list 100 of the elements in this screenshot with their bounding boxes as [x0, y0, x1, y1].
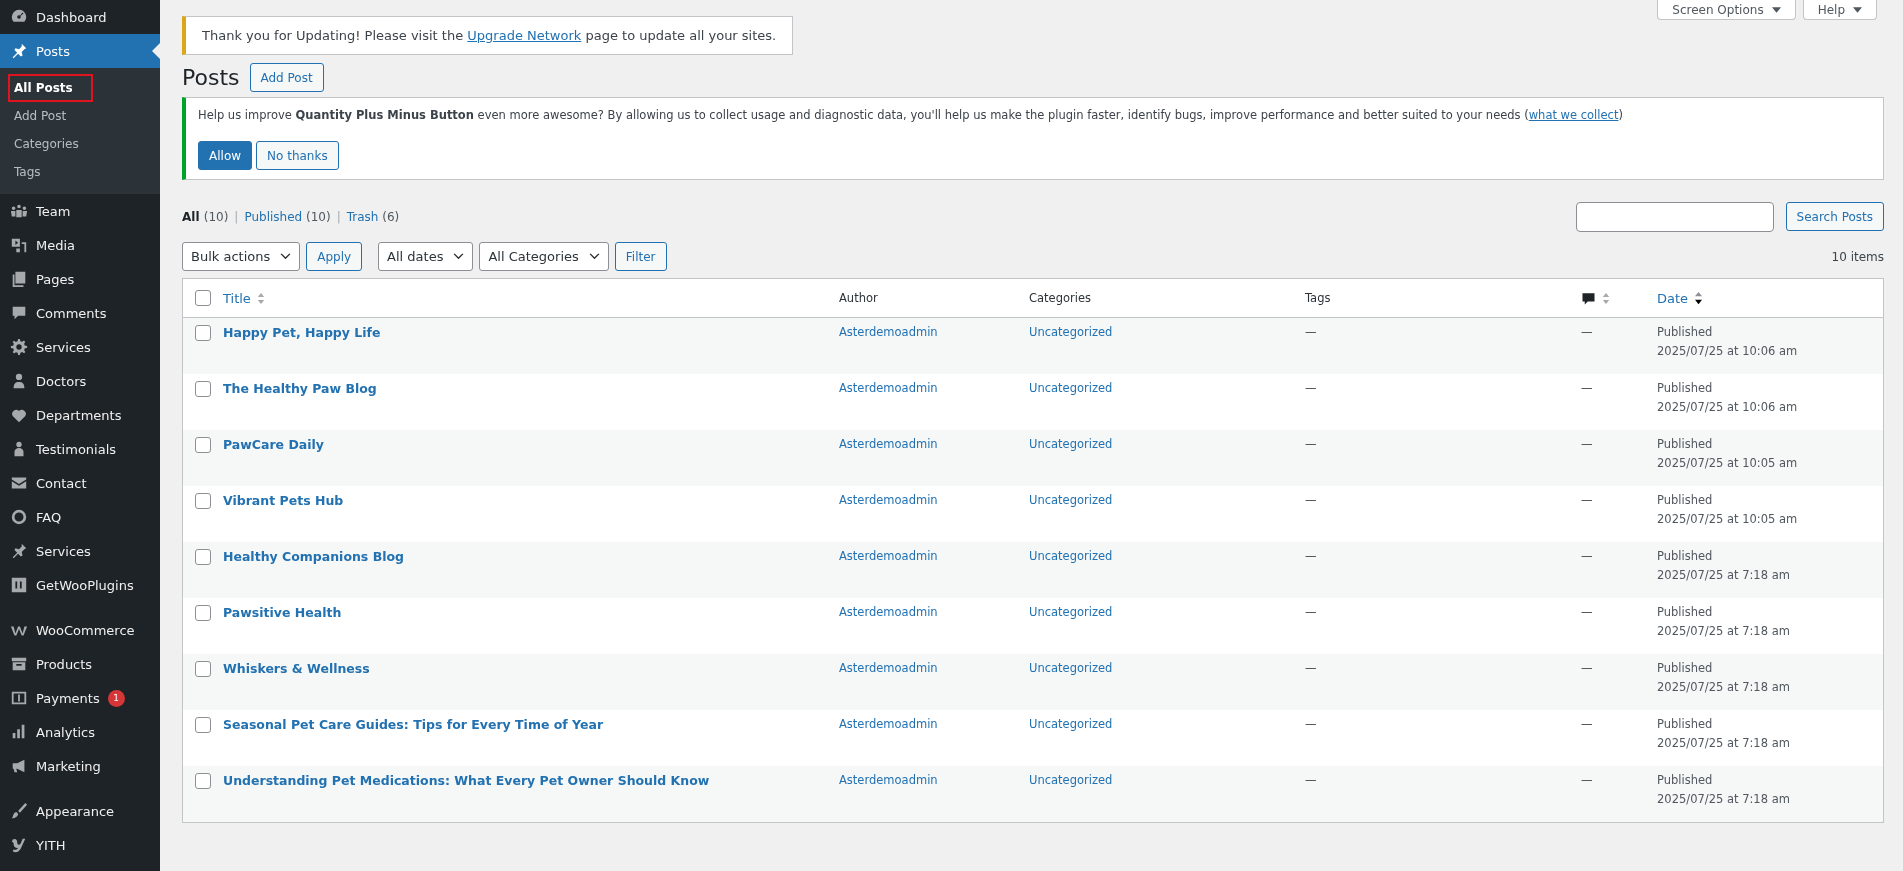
category-link[interactable]: Uncategorized [1029, 493, 1113, 507]
sidebar-item[interactable]: Media [0, 228, 160, 262]
category-link[interactable]: Uncategorized [1029, 381, 1113, 395]
dates-select[interactable]: All dates [378, 242, 474, 271]
sidebar-item[interactable]: WooCommerce [0, 613, 160, 647]
table-cell: — [1581, 549, 1593, 563]
upgrade-link[interactable]: Upgrade Network [467, 28, 582, 43]
category-link[interactable]: Uncategorized [1029, 661, 1113, 675]
sidebar-item[interactable]: Appearance [0, 794, 160, 828]
author-link[interactable]: Asterdemoadmin [839, 381, 938, 395]
submenu-item[interactable]: All Posts [8, 74, 93, 102]
sidebar-item[interactable]: Products [0, 647, 160, 681]
pin-icon [10, 42, 28, 60]
sidebar-item[interactable]: FAQ [0, 500, 160, 534]
author-link[interactable]: Asterdemoadmin [839, 661, 938, 675]
category-link[interactable]: Uncategorized [1029, 325, 1113, 339]
row-checkbox[interactable] [195, 325, 211, 341]
sidebar-item[interactable]: Comments [0, 296, 160, 330]
category-link[interactable]: Uncategorized [1029, 605, 1113, 619]
bulk-actions-select[interactable]: Bulk actions [182, 242, 301, 271]
add-post-button[interactable]: Add Post [249, 63, 324, 92]
category-link[interactable]: Uncategorized [1029, 717, 1113, 731]
author-link[interactable]: Asterdemoadmin [839, 773, 938, 787]
collect-link[interactable]: what we collect [1528, 108, 1619, 122]
status-filter-link[interactable]: Trash (6) [346, 210, 400, 224]
sidebar-item[interactable]: Marketing [0, 749, 160, 783]
status-filter-link[interactable]: Published (10) [244, 210, 331, 224]
post-status: Published [1657, 717, 1713, 731]
post-title-link[interactable]: Seasonal Pet Care Guides: Tips for Every Time of Year [223, 717, 604, 732]
sidebar-item[interactable]: Payments 1 [0, 681, 160, 715]
row-checkbox[interactable] [195, 717, 211, 733]
table-cell: — [1581, 717, 1593, 731]
author-link[interactable]: Asterdemoadmin [839, 549, 938, 563]
post-status: Published [1657, 605, 1713, 619]
pages-icon [10, 270, 28, 288]
row-checkbox[interactable] [195, 773, 211, 789]
allow-button[interactable]: Allow [198, 141, 253, 170]
sidebar-item[interactable]: Posts [0, 34, 160, 68]
categories-select[interactable]: All Categories [479, 242, 609, 271]
sortable-column-link[interactable]: Date [1657, 290, 1689, 306]
post-date: 2025/07/25 at 10:05 am [1657, 456, 1798, 470]
table-cell: — [1305, 493, 1317, 507]
author-link[interactable]: Asterdemoadmin [839, 605, 938, 619]
separator: | [336, 210, 341, 224]
search-button[interactable]: Search Posts [1785, 202, 1884, 231]
sidebar-item[interactable]: Dashboard [0, 0, 160, 34]
sidebar-item[interactable]: Services [0, 330, 160, 364]
author-link[interactable]: Asterdemoadmin [839, 325, 938, 339]
row-checkbox[interactable] [195, 549, 211, 565]
post-title-link[interactable]: Vibrant Pets Hub [223, 493, 344, 508]
row-checkbox[interactable] [195, 493, 211, 509]
page-title: Posts [182, 65, 240, 90]
submenu-item[interactable]: Add Post [8, 102, 73, 130]
sidebar-item[interactable]: Pages [0, 262, 160, 296]
submenu-item[interactable]: Categories [8, 130, 85, 158]
post-title-link[interactable]: Pawsitive Health [223, 605, 342, 620]
submenu-item[interactable]: Tags [8, 158, 47, 186]
category-link[interactable]: Uncategorized [1029, 773, 1113, 787]
post-title-link[interactable]: Understanding Pet Medications: What Every Pet Owner Should Know [223, 773, 710, 788]
post-date: 2025/07/25 at 7:18 am [1657, 568, 1790, 582]
speech-bubble-icon[interactable] [1581, 290, 1596, 306]
sidebar-item[interactable]: Testimonials [0, 432, 160, 466]
row-checkbox[interactable] [195, 381, 211, 397]
post-title-link[interactable]: Whiskers & Wellness [223, 661, 370, 676]
dropdown-tab[interactable]: Screen Options [1657, 0, 1796, 20]
sidebar-item[interactable]: GetWooPlugins [0, 568, 160, 602]
sidebar-item[interactable]: Doctors [0, 364, 160, 398]
filter-button[interactable]: Filter [614, 242, 667, 271]
sidebar-item[interactable]: Departments [0, 398, 160, 432]
sort-icon[interactable] [1694, 291, 1704, 305]
search-field[interactable] [1575, 202, 1774, 232]
table-cell: — [1581, 437, 1593, 451]
status-filter-link[interactable]: All (10) [182, 210, 229, 224]
author-link[interactable]: Asterdemoadmin [839, 493, 938, 507]
sidebar-item[interactable]: Contact [0, 466, 160, 500]
post-date: 2025/07/25 at 7:18 am [1657, 624, 1790, 638]
category-link[interactable]: Uncategorized [1029, 549, 1113, 563]
sidebar-item[interactable]: Analytics [0, 715, 160, 749]
decline-button[interactable]: No thanks [256, 141, 339, 170]
row-checkbox[interactable] [195, 661, 211, 677]
post-title-link[interactable]: PawCare Daily [223, 437, 324, 452]
sidebar-item[interactable]: Services [0, 534, 160, 568]
ring-icon [10, 508, 28, 526]
row-checkbox[interactable] [195, 437, 211, 453]
post-title-link[interactable]: Healthy Companions Blog [223, 549, 404, 564]
sidebar-item[interactable]: YITH [0, 828, 160, 862]
table-cell: — [1305, 381, 1317, 395]
post-title-link[interactable]: Happy Pet, Happy Life [223, 325, 381, 340]
post-title-link[interactable]: The Healthy Paw Blog [223, 381, 377, 396]
sidebar-item[interactable]: Team [0, 194, 160, 228]
apply-button[interactable]: Apply [306, 242, 363, 271]
post-date: 2025/07/25 at 7:18 am [1657, 792, 1790, 806]
author-link[interactable]: Asterdemoadmin [839, 437, 938, 451]
category-link[interactable]: Uncategorized [1029, 437, 1113, 451]
dropdown-tab[interactable]: Help [1802, 0, 1877, 20]
post-date: 2025/07/25 at 10:06 am [1657, 400, 1798, 414]
sortable-column-link[interactable]: Title [223, 290, 251, 306]
row-checkbox[interactable] [195, 605, 211, 621]
select-all-checkbox[interactable] [195, 290, 211, 306]
author-link[interactable]: Asterdemoadmin [839, 717, 938, 731]
